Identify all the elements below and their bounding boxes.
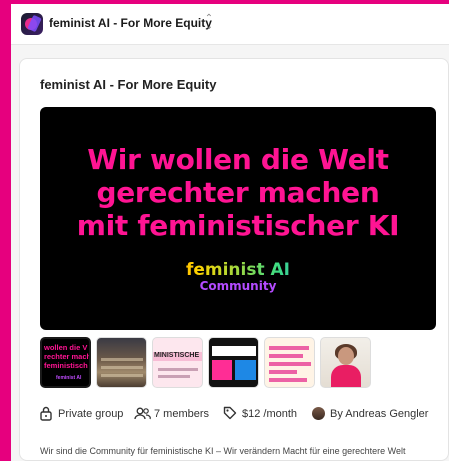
thumbnail-1-line-2: rechter mach bbox=[44, 352, 91, 361]
banner-logo-text: feminist AI bbox=[40, 260, 436, 280]
price-tag-icon bbox=[223, 406, 237, 420]
group-banner[interactable]: Wir wollen die Welt gerechter machen mit… bbox=[40, 107, 436, 330]
chevron-up-down-icon[interactable]: ⌃ ⌄ bbox=[203, 14, 215, 32]
price-label: $12 /month bbox=[242, 408, 298, 420]
banner-line-2: gerechter machen bbox=[96, 176, 380, 209]
thumbnail-4[interactable] bbox=[208, 337, 259, 388]
thumbnail-6[interactable] bbox=[320, 337, 371, 388]
group-title: feminist AI - For More Equity bbox=[40, 77, 217, 92]
thumbnail-3[interactable]: MINISTISCHE bbox=[152, 337, 203, 388]
thumbnail-1-line-1: wollen die V bbox=[44, 343, 88, 352]
members-icon bbox=[134, 407, 151, 420]
author-avatar[interactable] bbox=[312, 407, 325, 420]
app-title[interactable]: feminist AI - For More Equity bbox=[49, 16, 212, 30]
lock-icon bbox=[40, 406, 52, 421]
group-description: Wir sind die Community für feministische… bbox=[40, 446, 406, 456]
thumbnail-3-text: MINISTISCHE bbox=[154, 352, 200, 359]
thumbnail-2[interactable] bbox=[96, 337, 147, 388]
top-bar: feminist AI - For More Equity ⌃ ⌄ bbox=[11, 4, 449, 45]
thumbnail-1-logo: feminist AI bbox=[56, 375, 82, 381]
app-logo-icon[interactable] bbox=[21, 13, 43, 35]
thumbnail-1[interactable]: wollen die V rechter mach feministisch f… bbox=[40, 337, 91, 388]
banner-line-1: Wir wollen die Welt bbox=[87, 143, 389, 176]
author-label[interactable]: By Andreas Gengler bbox=[330, 408, 428, 420]
thumbnail-1-line-3: feministisch bbox=[44, 361, 88, 370]
privacy-label: Private group bbox=[58, 408, 124, 420]
banner-line-3: mit feministischer KI bbox=[76, 209, 400, 242]
thumbnail-5[interactable] bbox=[264, 337, 315, 388]
members-count[interactable]: 7 members bbox=[154, 408, 209, 420]
banner-logo-subtext: Community bbox=[199, 279, 277, 293]
